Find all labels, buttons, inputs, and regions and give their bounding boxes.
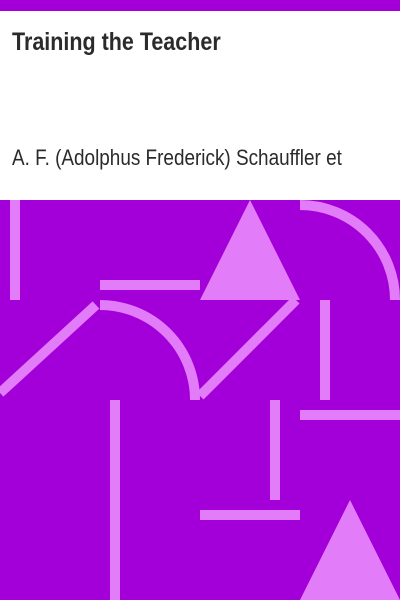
book-title: Training the Teacher — [12, 28, 221, 56]
book-cover: Training the Teacher A. F. (Adolphus Fre… — [0, 0, 400, 600]
book-author: A. F. (Adolphus Frederick) Schauffler et — [12, 145, 342, 170]
top-accent-bar — [0, 0, 400, 11]
pattern-bar — [320, 300, 330, 400]
pattern-bar — [270, 400, 280, 500]
pattern-bar — [300, 410, 400, 420]
pattern-bar — [100, 280, 200, 290]
cover-pattern — [0, 200, 400, 600]
pattern-bar — [10, 200, 20, 300]
pattern-bar — [200, 510, 300, 520]
pattern-bar — [110, 400, 120, 600]
